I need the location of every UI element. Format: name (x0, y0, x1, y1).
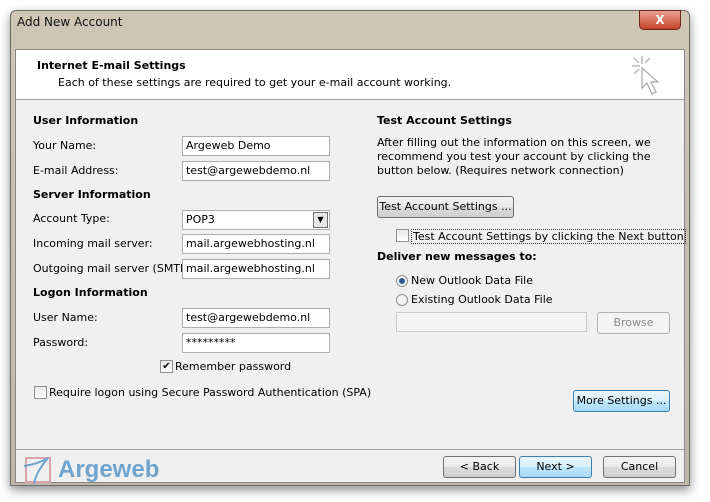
test-on-next-label: Test Account Settings by clicking the Ne… (411, 229, 686, 244)
cursor-click-icon (632, 56, 660, 95)
incoming-label: Incoming mail server: (33, 237, 153, 250)
new-data-file-label: New Outlook Data File (411, 274, 533, 287)
account-type-select[interactable]: POP3 ▼ (182, 210, 330, 230)
server-info-heading: Server Information (33, 188, 151, 201)
username-label: User Name: (33, 311, 98, 324)
email-label: E-mail Address: (33, 164, 119, 177)
spa-label: Require logon using Secure Password Auth… (49, 386, 372, 399)
remember-password-label: Remember password (175, 360, 292, 373)
existing-data-file-radio[interactable] (396, 294, 408, 306)
argeweb-logo: Argeweb (24, 456, 159, 484)
browse-button[interactable]: Browse (597, 312, 670, 334)
outgoing-server-input[interactable]: mail.argewebhosting.nl (182, 259, 330, 279)
logon-info-heading: Logon Information (33, 286, 148, 299)
test-account-settings-button[interactable]: Test Account Settings ... (377, 196, 514, 218)
dialog-client: Internet E-mail Settings Each of these s… (15, 49, 686, 484)
deliver-heading: Deliver new messages to: (377, 250, 537, 263)
test-heading: Test Account Settings (377, 114, 512, 127)
header: Internet E-mail Settings Each of these s… (16, 50, 684, 100)
add-account-dialog: Add New Account X Internet E-mail Settin… (10, 10, 690, 486)
close-button[interactable]: X (639, 10, 681, 30)
existing-file-path-input[interactable] (396, 312, 587, 332)
new-data-file-radio[interactable] (396, 275, 408, 287)
username-input[interactable]: test@argewebdemo.nl (182, 308, 330, 328)
account-type-label: Account Type: (33, 212, 110, 225)
incoming-server-input[interactable]: mail.argewebhosting.nl (182, 234, 330, 254)
password-label: Password: (33, 336, 89, 349)
email-input[interactable]: test@argewebdemo.nl (182, 161, 330, 181)
outgoing-label: Outgoing mail server (SMTP): (33, 262, 195, 275)
name-input[interactable]: Argeweb Demo (182, 136, 330, 156)
argeweb-logo-icon (24, 457, 51, 484)
test-on-next-checkbox[interactable] (396, 229, 409, 242)
existing-data-file-label: Existing Outlook Data File (411, 293, 553, 306)
password-input[interactable]: ********* (182, 333, 330, 353)
user-info-heading: User Information (33, 114, 139, 127)
chevron-down-icon[interactable]: ▼ (313, 212, 328, 228)
next-button[interactable]: Next > (519, 456, 592, 478)
test-description: After filling out the information on thi… (377, 136, 651, 177)
logo-text: Argeweb (58, 456, 160, 483)
footer-divider (16, 449, 684, 450)
remember-password-checkbox[interactable]: ✔ (160, 360, 173, 373)
back-button[interactable]: < Back (443, 456, 516, 478)
more-settings-button[interactable]: More Settings ... (573, 390, 670, 412)
page-title: Internet E-mail Settings (37, 59, 186, 72)
name-label: Your Name: (33, 139, 97, 152)
account-type-value: POP3 (186, 213, 215, 226)
window-title: Add New Account (17, 15, 123, 29)
cancel-button[interactable]: Cancel (603, 456, 676, 478)
page-subtitle: Each of these settings are required to g… (58, 76, 452, 89)
spa-checkbox[interactable] (34, 386, 47, 399)
